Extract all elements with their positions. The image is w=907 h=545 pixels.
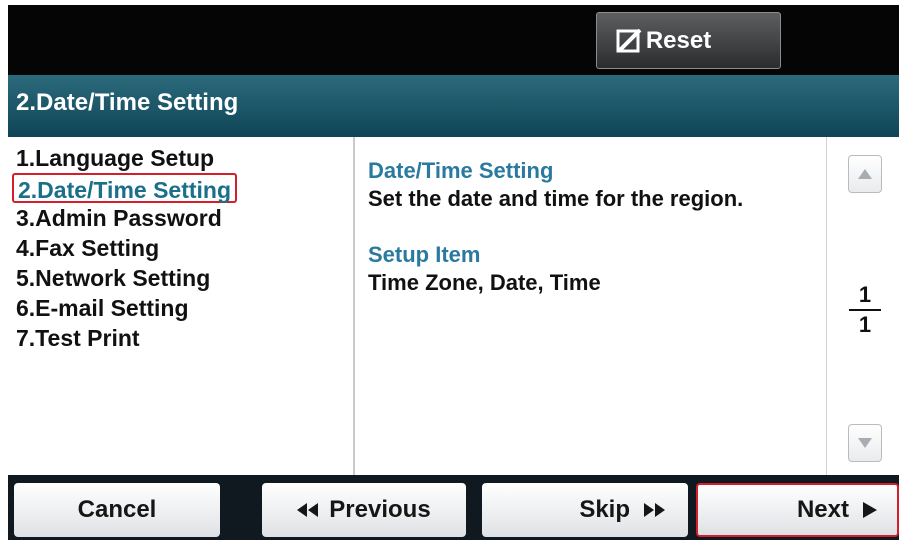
scroll-down-button[interactable] <box>848 424 882 462</box>
detail-panel: Date/Time Setting Set the date and time … <box>368 157 828 297</box>
menu-item-language-setup[interactable]: 1.Language Setup <box>12 143 218 173</box>
detail-heading: Date/Time Setting <box>368 158 554 183</box>
cancel-button[interactable]: Cancel <box>14 483 220 537</box>
menu-item-date-time-setting[interactable]: 2.Date/Time Setting <box>12 173 238 203</box>
reset-label: Reset <box>645 26 712 54</box>
previous-label: Previous <box>329 496 431 523</box>
title-bar: 2.Date/Time Setting <box>8 75 899 137</box>
skip-label: Skip <box>579 496 630 523</box>
previous-button[interactable]: Previous <box>262 483 466 537</box>
menu-item-fax-setting[interactable]: 4.Fax Setting <box>12 233 163 263</box>
next-button[interactable]: Next <box>696 483 899 537</box>
next-label: Next <box>796 496 849 523</box>
panel-divider <box>353 137 355 475</box>
menu-item-admin-password[interactable]: 3.Admin Password <box>12 203 226 233</box>
bottom-bar: Cancel Previous Skip Next <box>8 475 899 540</box>
current-page: 1 <box>858 282 872 307</box>
reset-button[interactable]: Reset <box>596 12 781 69</box>
scroll-column: 1 1 <box>826 137 899 475</box>
setup-item-list: Time Zone, Date, Time <box>368 270 601 295</box>
detail-description: Set the date and time for the region. <box>368 186 744 211</box>
menu-item-test-print[interactable]: 7.Test Print <box>12 323 144 353</box>
up-arrow-icon <box>858 169 872 179</box>
total-pages: 1 <box>858 312 872 337</box>
top-bar: Reset <box>8 5 899 75</box>
menu-item-network-setting[interactable]: 5.Network Setting <box>12 263 214 293</box>
cancel-label: Cancel <box>77 496 157 523</box>
setup-menu: 1.Language Setup 2.Date/Time Setting 3.A… <box>8 137 353 475</box>
skip-button[interactable]: Skip <box>482 483 688 537</box>
right-triangle-icon <box>863 502 877 518</box>
scroll-up-button[interactable] <box>848 155 882 193</box>
page-indicator: 1 1 <box>849 282 881 338</box>
double-left-arrow-icon <box>297 503 319 517</box>
setup-item-heading: Setup Item <box>368 242 481 267</box>
page-title: 2.Date/Time Setting <box>16 89 239 116</box>
double-right-arrow-icon <box>644 503 665 517</box>
menu-item-email-setting[interactable]: 6.E-mail Setting <box>12 293 193 323</box>
down-arrow-icon <box>858 438 872 448</box>
content-area: 1.Language Setup 2.Date/Time Setting 3.A… <box>8 137 899 475</box>
reset-icon <box>616 28 642 52</box>
printer-panel-screen: Reset 2.Date/Time Setting 1.Language Set… <box>8 5 899 540</box>
